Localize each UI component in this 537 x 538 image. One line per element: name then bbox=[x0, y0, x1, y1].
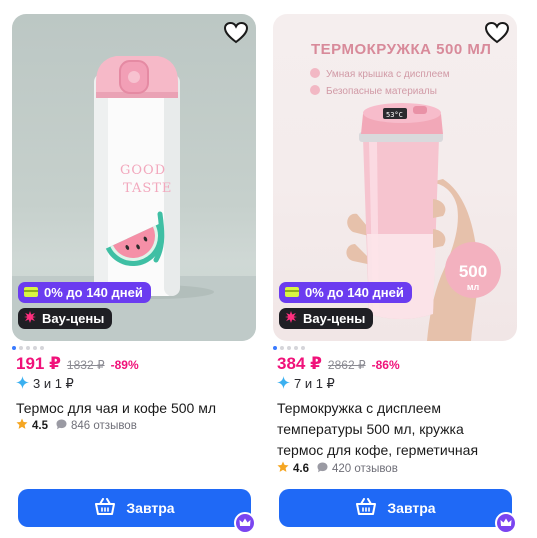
discount-percent: -86% bbox=[371, 358, 400, 372]
rating-value: 4.5 bbox=[32, 419, 48, 432]
product-card[interactable]: ТЕРМОКРУЖКА 500 МЛ Умная крышка с диспле… bbox=[273, 14, 517, 538]
basket-icon bbox=[355, 497, 377, 519]
pagination-dot bbox=[40, 346, 44, 350]
basket-icon bbox=[94, 497, 116, 519]
pagination-dot bbox=[26, 346, 30, 350]
review-count: 420 отзывов bbox=[332, 462, 398, 475]
old-price: 1832 ₽ bbox=[66, 358, 105, 372]
promo-badge-text: Вау-цены bbox=[42, 311, 105, 326]
price-row: 191 ₽ 1832 ₽ -89% bbox=[16, 354, 139, 374]
pagination-dot bbox=[294, 346, 298, 350]
installment-badge-text: 0% до 140 дней bbox=[305, 285, 404, 300]
delivery-button-label: Завтра bbox=[387, 500, 436, 516]
favorite-heart-icon[interactable] bbox=[223, 21, 249, 45]
rating-value: 4.6 bbox=[293, 462, 309, 475]
discount-percent: -89% bbox=[110, 358, 139, 372]
delivery-button[interactable]: Завтра bbox=[18, 489, 251, 527]
installment-text: 3 и 1 ₽ bbox=[33, 376, 74, 391]
product-title[interactable]: Термос для чая и кофе 500 мл bbox=[16, 398, 252, 419]
sparkle-icon bbox=[277, 376, 290, 392]
old-price: 2862 ₽ bbox=[327, 358, 366, 372]
promo-badge-text: Вау-цены bbox=[303, 311, 366, 326]
card-icon bbox=[285, 285, 299, 300]
installment-badge: 0% до 140 дней bbox=[279, 282, 412, 303]
installment-offer: 3 и 1 ₽ bbox=[16, 376, 74, 392]
volume-unit: мл bbox=[467, 282, 480, 292]
burst-icon bbox=[24, 311, 36, 326]
product-image[interactable]: GOOD TASTE 0% до 140 дней Вау-цены bbox=[12, 14, 256, 341]
crown-icon bbox=[495, 512, 517, 534]
display-reading: 53°C bbox=[386, 111, 403, 119]
installment-badge: 0% до 140 дней bbox=[18, 282, 151, 303]
image-feature-2: Безопасные материалы bbox=[326, 86, 437, 97]
price-row: 384 ₽ 2862 ₽ -86% bbox=[277, 354, 400, 374]
pagination-dot bbox=[273, 346, 277, 350]
image-heading: ТЕРМОКРУЖКА 500 МЛ bbox=[311, 41, 491, 58]
star-icon bbox=[16, 418, 28, 433]
rating-row[interactable]: 4.5 846 отзывов bbox=[16, 418, 137, 433]
product-card[interactable]: GOOD TASTE 0% до 140 дней Вау-цены 191 ₽… bbox=[12, 14, 256, 538]
crown-icon bbox=[234, 512, 256, 534]
image-text-taste: TASTE bbox=[123, 181, 172, 196]
image-pagination bbox=[12, 346, 44, 350]
product-title[interactable]: Термокружка с дисплеем температуры 500 м… bbox=[277, 398, 513, 461]
pagination-dot bbox=[280, 346, 284, 350]
sparkle-icon bbox=[16, 376, 29, 392]
current-price: 384 ₽ bbox=[277, 354, 322, 373]
pagination-dot bbox=[287, 346, 291, 350]
pagination-dot bbox=[19, 346, 23, 350]
chat-bubble-icon bbox=[56, 419, 67, 433]
burst-icon bbox=[285, 311, 297, 326]
promo-badge: Вау-цены bbox=[279, 308, 374, 329]
installment-offer: 7 и 1 ₽ bbox=[277, 376, 335, 392]
image-feature-1: Умная крышка с дисплеем bbox=[326, 69, 450, 80]
pagination-dot bbox=[301, 346, 305, 350]
promo-badge: Вау-цены bbox=[18, 308, 113, 329]
image-pagination bbox=[273, 346, 305, 350]
pagination-dot bbox=[33, 346, 37, 350]
rating-row[interactable]: 4.6 420 отзывов bbox=[277, 461, 398, 476]
chat-bubble-icon bbox=[317, 462, 328, 476]
favorite-heart-icon[interactable] bbox=[484, 21, 510, 45]
installment-text: 7 и 1 ₽ bbox=[294, 376, 335, 391]
current-price: 191 ₽ bbox=[16, 354, 61, 373]
volume-number: 500 bbox=[459, 262, 487, 281]
star-icon bbox=[277, 461, 289, 476]
card-icon bbox=[24, 285, 38, 300]
image-text-good: GOOD bbox=[120, 163, 166, 178]
delivery-button-label: Завтра bbox=[126, 500, 175, 516]
review-count: 846 отзывов bbox=[71, 419, 137, 432]
product-image[interactable]: ТЕРМОКРУЖКА 500 МЛ Умная крышка с диспле… bbox=[273, 14, 517, 341]
delivery-button[interactable]: Завтра bbox=[279, 489, 512, 527]
installment-badge-text: 0% до 140 дней bbox=[44, 285, 143, 300]
pagination-dot bbox=[12, 346, 16, 350]
